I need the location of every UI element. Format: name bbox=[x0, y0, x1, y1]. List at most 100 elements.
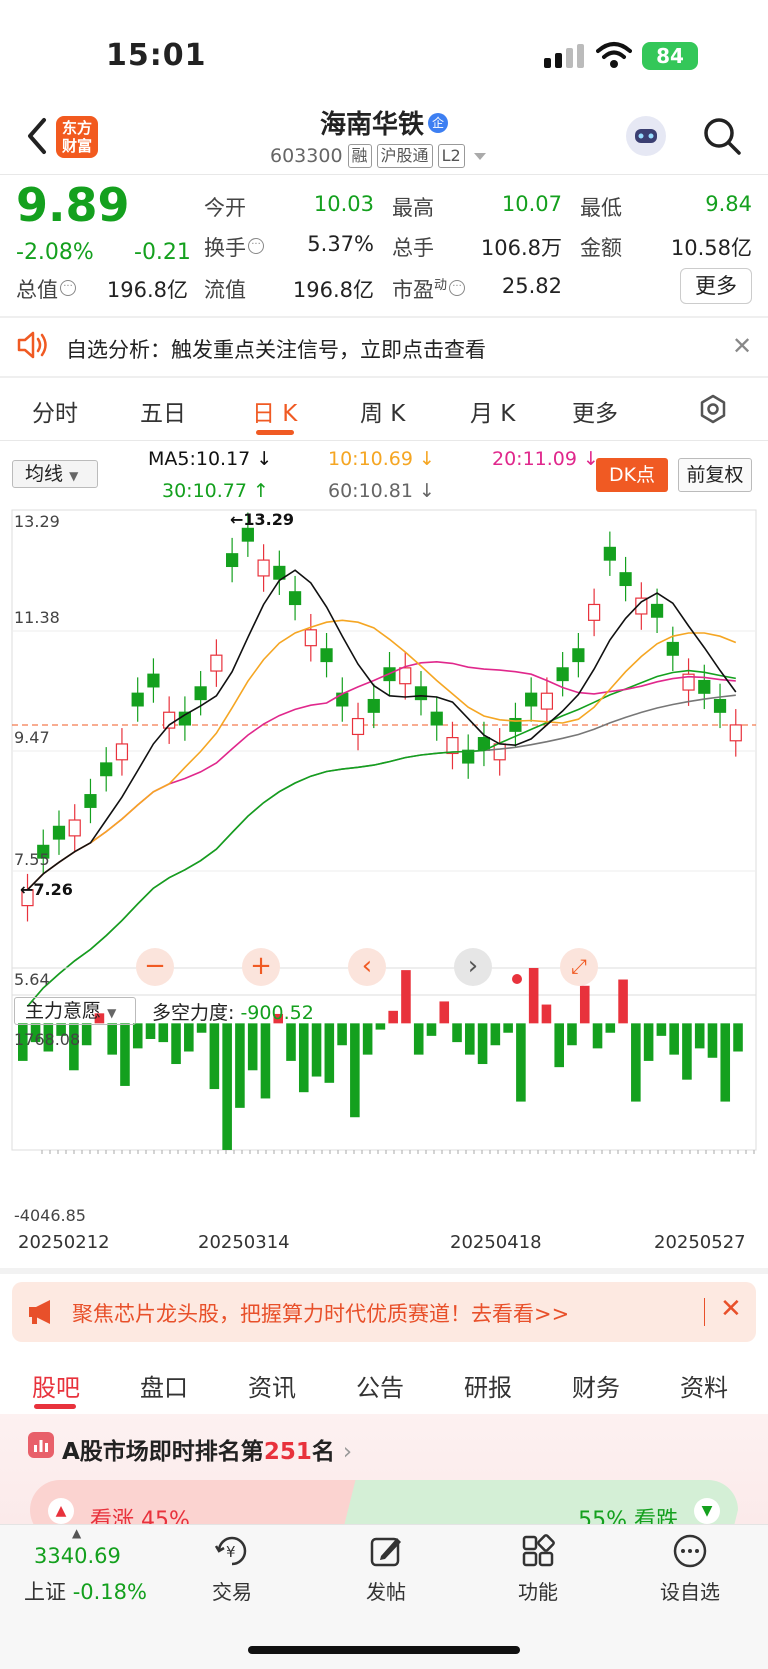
adjust-button[interactable]: 前复权 bbox=[678, 458, 752, 492]
indicator-bar bbox=[350, 1023, 360, 1118]
close-icon[interactable]: ✕ bbox=[732, 332, 752, 360]
nav-trade[interactable]: ¥ 交易 bbox=[182, 1532, 282, 1605]
index-value[interactable]: 3340.69 bbox=[34, 1544, 121, 1568]
candle-body bbox=[603, 546, 616, 561]
index-name: 上证 bbox=[24, 1580, 66, 1604]
close-icon[interactable]: ✕ bbox=[720, 1294, 742, 1324]
tab-research[interactable]: 研报 bbox=[464, 1368, 512, 1403]
ma5-value: MA5:10.17 ↓ bbox=[148, 448, 273, 470]
divider bbox=[0, 376, 768, 378]
kline-chart[interactable] bbox=[0, 505, 768, 1245]
ma-selector-label: 均线 bbox=[25, 463, 64, 485]
indicator-bar bbox=[567, 1023, 577, 1046]
candle-body bbox=[304, 629, 317, 647]
indicator-bar bbox=[158, 1023, 169, 1043]
ma10-text: 10:10.69 bbox=[328, 448, 413, 470]
fullscreen-button[interactable]: ⤢ bbox=[560, 948, 598, 986]
nav-add-watchlist[interactable]: 设自选 bbox=[640, 1532, 740, 1605]
status-dot bbox=[512, 974, 522, 984]
ma30-value: 30:10.77 ↑ bbox=[162, 480, 269, 502]
tab-weekly-k[interactable]: 周 K bbox=[360, 394, 405, 428]
indicator-bar bbox=[682, 1023, 692, 1080]
arrow-up-icon[interactable]: ▲ bbox=[48, 1498, 74, 1524]
scroll-right-button[interactable]: › bbox=[454, 948, 492, 986]
candle-body bbox=[351, 717, 365, 736]
tab-announcements[interactable]: 公告 bbox=[356, 1368, 404, 1403]
divider bbox=[0, 1268, 768, 1274]
candle-body bbox=[414, 686, 428, 701]
candle-body bbox=[572, 648, 585, 663]
scroll-left-button[interactable]: ‹ bbox=[348, 948, 386, 986]
battery-indicator: 84 bbox=[642, 42, 698, 70]
stat-value-mcap: 196.8亿 bbox=[106, 278, 188, 302]
candle-body bbox=[241, 527, 254, 542]
candle-body bbox=[115, 743, 129, 761]
mcap-label: 总值 bbox=[16, 278, 58, 302]
wifi-icon bbox=[596, 42, 632, 68]
tab-pankou[interactable]: 盘口 bbox=[140, 1368, 188, 1403]
nav-post[interactable]: 发帖 bbox=[336, 1532, 436, 1605]
tab-profile[interactable]: 资料 bbox=[680, 1368, 728, 1403]
ma60-value: 60:10.81 ↓ bbox=[328, 480, 435, 502]
turnover-label: 换手 bbox=[204, 236, 246, 260]
divider bbox=[0, 440, 768, 441]
tag-margin: 融 bbox=[347, 144, 372, 168]
indicator-bar bbox=[720, 1023, 731, 1102]
stock-code-row[interactable]: 603300 融 沪股通 L2 bbox=[270, 144, 486, 168]
stat-label-turnover: 换手 ··· bbox=[204, 232, 264, 262]
post-icon bbox=[370, 1537, 401, 1567]
indicator-selector[interactable]: 主力意愿 ▼ bbox=[14, 997, 136, 1025]
dk-point-button[interactable]: DK点 bbox=[596, 458, 668, 492]
indicator-bar bbox=[592, 1023, 603, 1049]
nav-apps[interactable]: 功能 bbox=[488, 1532, 588, 1605]
tab-news[interactable]: 资讯 bbox=[248, 1368, 296, 1403]
indicator-bar bbox=[375, 1023, 386, 1030]
ma-selector[interactable]: 均线 ▼ bbox=[12, 460, 98, 488]
indicator-bar bbox=[503, 1023, 513, 1033]
indicator-bar bbox=[477, 1023, 488, 1065]
banner-text[interactable]: 聚焦芯片龙头股，把握算力时代优质赛道！去看看>> bbox=[72, 1298, 569, 1328]
assistant-robot-icon[interactable] bbox=[626, 116, 666, 156]
tab-more[interactable]: 更多 bbox=[572, 394, 618, 428]
candle-body bbox=[100, 762, 113, 777]
indicator-bar bbox=[209, 1023, 220, 1090]
candle-body bbox=[336, 692, 349, 707]
tab-5day[interactable]: 五日 bbox=[140, 394, 186, 428]
index-line[interactable]: 上证 -0.18% bbox=[24, 1576, 147, 1606]
settings-icon[interactable] bbox=[698, 394, 728, 424]
tab-finance[interactable]: 财务 bbox=[572, 1368, 620, 1403]
candle-body bbox=[650, 603, 664, 618]
stat-value-open: 10.03 bbox=[313, 192, 374, 216]
indicator-bar bbox=[171, 1023, 181, 1065]
tab-daily-k[interactable]: 日 K bbox=[252, 394, 297, 428]
arrow-down-icon[interactable]: ▼ bbox=[694, 1498, 720, 1524]
ranking-suffix: 名 bbox=[311, 1439, 335, 1465]
info-icon[interactable]: ··· bbox=[60, 280, 76, 296]
enterprise-badge: 企 bbox=[428, 113, 448, 133]
ma20-value: 20:11.09 ↓ bbox=[492, 448, 599, 470]
info-icon[interactable]: ··· bbox=[248, 238, 264, 254]
candle-body bbox=[713, 698, 727, 713]
zoom-out-button[interactable]: − bbox=[136, 948, 174, 986]
indicator-max: 1768.08 bbox=[14, 1030, 81, 1049]
indicator-bar bbox=[324, 1023, 335, 1083]
indicator-readout: 多空力度: -900.52 bbox=[152, 998, 314, 1025]
tab-guba[interactable]: 股吧 bbox=[32, 1368, 80, 1403]
tab-intraday[interactable]: 分时 bbox=[32, 394, 78, 428]
zoom-in-button[interactable]: + bbox=[242, 948, 280, 986]
indicator-value: -900.52 bbox=[240, 1002, 314, 1024]
candle-body bbox=[619, 572, 632, 587]
indicator-bar bbox=[235, 1023, 245, 1108]
indicator-bar bbox=[516, 1023, 526, 1102]
tab-monthly-k[interactable]: 月 K bbox=[470, 394, 515, 428]
more-button[interactable]: 更多 bbox=[680, 268, 752, 304]
indicator-bar bbox=[311, 1023, 322, 1077]
divider bbox=[0, 174, 768, 175]
indicator-bar bbox=[528, 968, 539, 1024]
alert-text[interactable]: 自选分析：触发重点关注信号，立即点击查看 bbox=[66, 334, 486, 364]
search-icon[interactable] bbox=[702, 116, 742, 156]
date-label: 20250418 bbox=[450, 1232, 542, 1253]
market-ranking[interactable]: A股市场即时排名第251名 › bbox=[62, 1432, 352, 1466]
price-label-top: 13.29 bbox=[14, 512, 60, 531]
indicator-bar bbox=[401, 970, 411, 1024]
